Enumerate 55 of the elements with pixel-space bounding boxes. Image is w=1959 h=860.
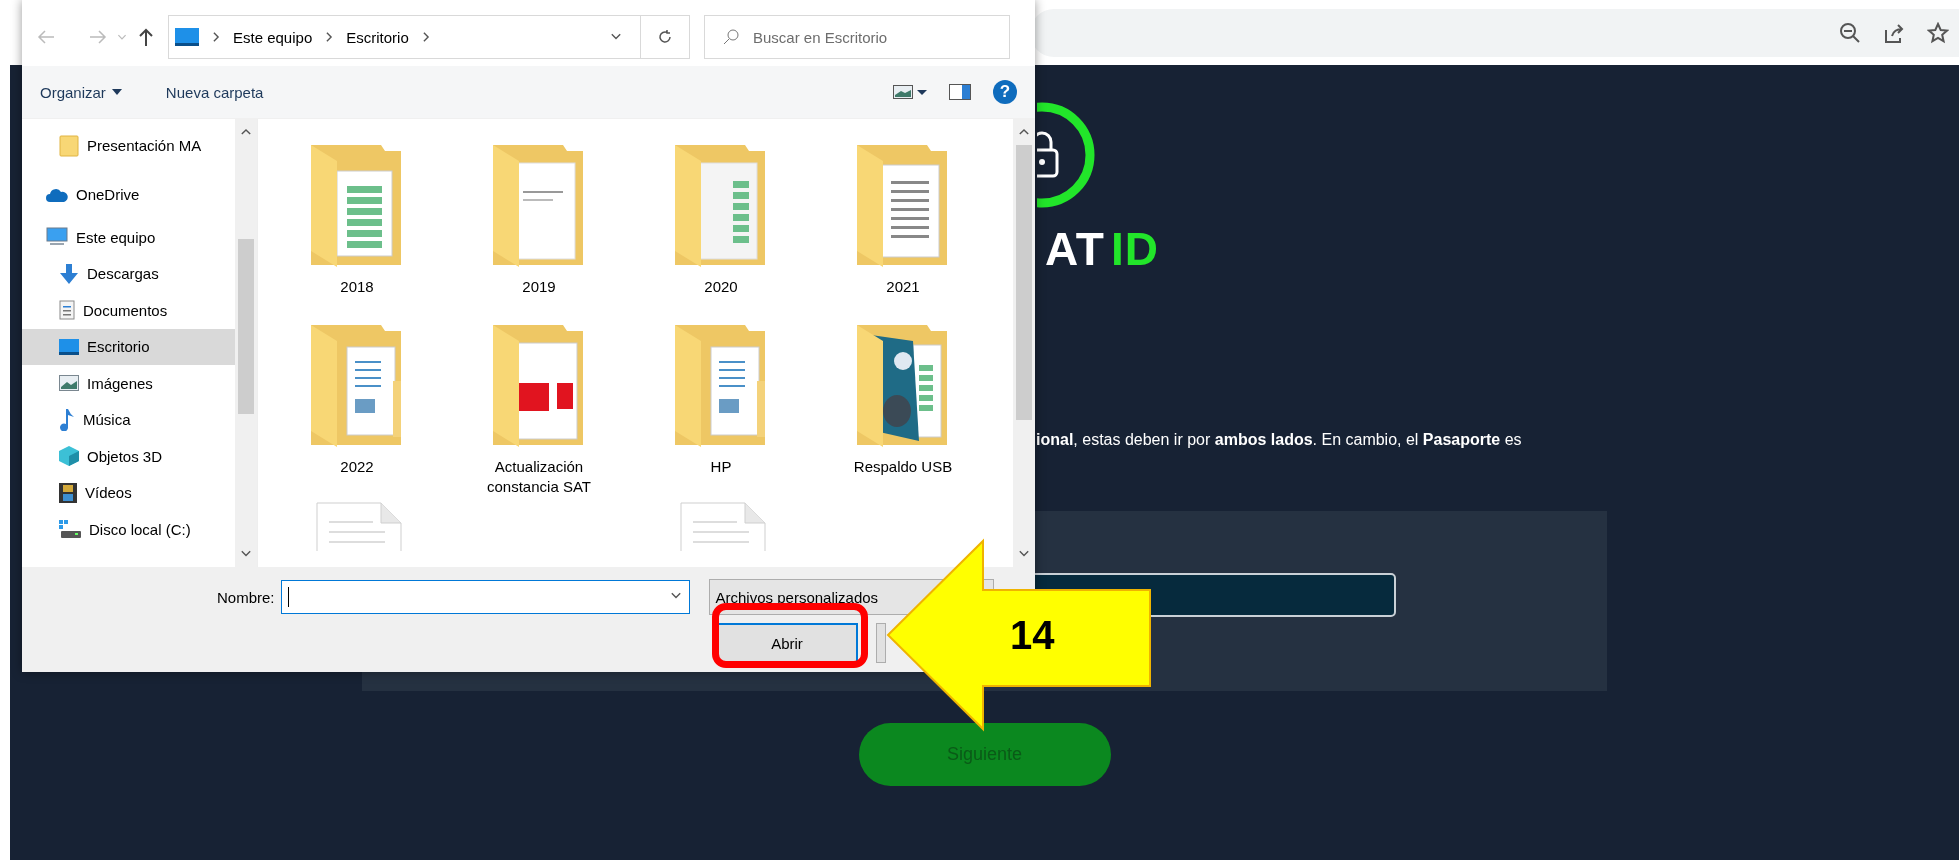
organize-menu[interactable]: Organizar [40, 83, 122, 101]
sidebar-item[interactable]: Este equipo [22, 219, 235, 256]
search-icon [723, 29, 739, 45]
download-icon [59, 263, 79, 284]
scrollbar[interactable] [1013, 119, 1035, 567]
file-name[interactable]: 2020 [646, 277, 796, 297]
sidebar-item[interactable]: Disco local (C:) [22, 511, 235, 548]
computer-icon [175, 28, 199, 46]
file-name[interactable]: Actualización constancia SAT [464, 457, 614, 497]
zoom-out-icon[interactable] [1839, 21, 1861, 44]
new-folder-button[interactable]: Nueva carpeta [165, 83, 264, 101]
breadcrumb[interactable]: Escritorio [346, 28, 409, 46]
sidebar-item[interactable]: Escritorio [22, 328, 235, 365]
filename-field[interactable] [280, 580, 690, 614]
cube-icon [59, 446, 79, 467]
folder-icon [59, 134, 79, 157]
file-name[interactable]: 2019 [464, 277, 614, 297]
star-icon[interactable] [1927, 21, 1949, 44]
view-icon[interactable] [893, 85, 927, 99]
desktop-icon [59, 338, 79, 355]
sidebar-item[interactable]: Descargas [22, 255, 235, 292]
search-field[interactable]: Buscar en Escritorio [704, 15, 1010, 59]
sidebar-item[interactable]: Presentación MA [22, 121, 235, 170]
scrollbar[interactable] [235, 119, 257, 567]
filename-label: Nombre: [217, 588, 275, 606]
breadcrumb[interactable]: Este equipo [233, 28, 313, 46]
file-name[interactable]: 2021 [828, 277, 978, 297]
padlock-logo-icon [1037, 100, 1095, 210]
file-name[interactable]: 2022 [282, 457, 432, 477]
open-button[interactable]: Abrir [716, 623, 858, 663]
sidebar-item[interactable]: OneDrive [22, 170, 235, 219]
help-icon[interactable]: ? [993, 80, 1017, 104]
instruction-text: ional, estas deben ir por ambos lados. En cambio, el Pasaporte es [1036, 431, 1522, 449]
music-note-icon [59, 408, 75, 431]
image-icon [59, 375, 79, 392]
computer-icon [46, 227, 68, 248]
drive-icon [59, 520, 81, 539]
sidebar-item[interactable]: Documentos [22, 292, 235, 329]
preview-pane-icon[interactable] [949, 84, 971, 100]
file-name[interactable]: 2018 [282, 277, 432, 297]
logo-text: AT ID [1045, 222, 1159, 276]
refresh-icon[interactable] [657, 29, 673, 45]
sidebar-item[interactable]: Vídeos [22, 474, 235, 511]
cloud-icon [46, 187, 68, 202]
share-icon[interactable] [1883, 21, 1905, 44]
document-icon [59, 300, 75, 321]
file-name[interactable]: HP [646, 457, 796, 477]
sidebar-item[interactable]: Imágenes [22, 365, 235, 402]
film-icon [59, 482, 77, 503]
file-name[interactable]: Respaldo USB [828, 457, 978, 477]
sidebar-item[interactable]: Música [22, 401, 235, 438]
address-bar[interactable]: Este equipo Escritorio [168, 15, 690, 59]
step-number: 14 [1010, 613, 1055, 658]
caret-icon [111, 89, 122, 95]
sidebar-item[interactable]: Objetos 3D [22, 438, 235, 475]
